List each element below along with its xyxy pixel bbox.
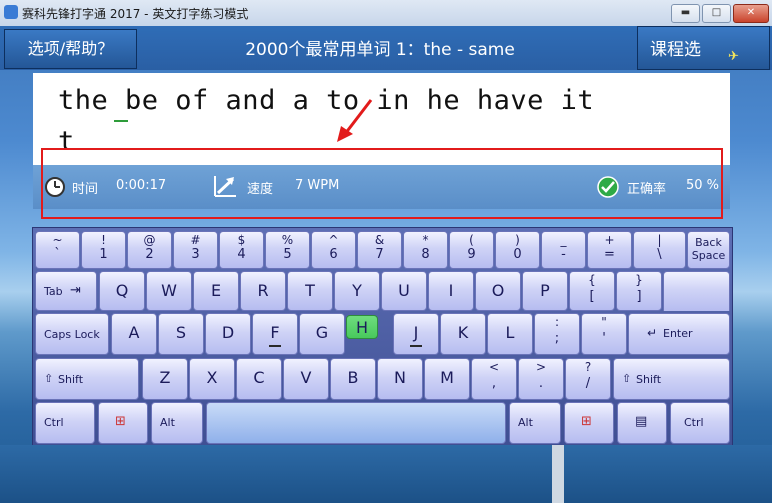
- key-v[interactable]: V: [283, 358, 329, 400]
- key-left-windows[interactable]: ⊞: [98, 402, 148, 444]
- key-caps-lock[interactable]: Caps Lock: [35, 313, 109, 355]
- window-titlebar: 赛科先锋打字通 2017 - 英文打字练习模式 ▬ □ ✕: [0, 0, 772, 27]
- key-minus[interactable]: _ -: [541, 231, 586, 269]
- shift-arrow-icon: ⇧: [44, 372, 54, 385]
- key-4[interactable]: $4: [219, 231, 264, 269]
- key-y[interactable]: Y: [334, 271, 380, 311]
- key-5[interactable]: % 5: [265, 231, 310, 269]
- minimize-button[interactable]: ▬: [671, 4, 700, 23]
- key-f[interactable]: F: [252, 313, 298, 355]
- context-menu-icon: ▤: [635, 414, 648, 429]
- key-w[interactable]: W: [146, 271, 192, 311]
- app-icon: [4, 5, 18, 19]
- annotation-highlight-box: [41, 148, 723, 219]
- background-pole: [552, 445, 564, 503]
- key-right-ctrl[interactable]: Ctrl: [670, 402, 730, 444]
- key-space[interactable]: [206, 402, 506, 444]
- lesson-title: 2000个最常用单词 1：the - same: [245, 40, 515, 60]
- key-enter[interactable]: ↵ Enter: [628, 313, 730, 355]
- key-backslash[interactable]: | \: [633, 231, 686, 269]
- course-select-label: 课程选: [650, 40, 701, 60]
- key-enter-upper[interactable]: [663, 271, 730, 311]
- key-2[interactable]: @2: [127, 231, 172, 269]
- virtual-keyboard: ~ ` ! 1 @2 #3 $4 % 5 ^ 6 & 7 * 8 (9 ) 0 _ - + = |…: [32, 227, 733, 447]
- key-right-alt[interactable]: Alt: [509, 402, 561, 444]
- key-q[interactable]: Q: [99, 271, 145, 311]
- key-semicolon[interactable]: :;: [534, 313, 580, 355]
- key-7[interactable]: & 7: [357, 231, 402, 269]
- key-d[interactable]: D: [205, 313, 251, 355]
- key-x[interactable]: X: [189, 358, 235, 400]
- key-e[interactable]: E: [193, 271, 239, 311]
- key-menu[interactable]: ▤: [617, 402, 667, 444]
- lesson-header: 选项/帮助？ 2000个最常用单词 1：the - same 课程选 ✈: [0, 26, 772, 70]
- key-quote[interactable]: " ': [581, 313, 627, 355]
- key-p[interactable]: P: [522, 271, 568, 311]
- close-button[interactable]: ✕: [733, 4, 769, 23]
- key-r[interactable]: R: [240, 271, 286, 311]
- key-right-windows[interactable]: ⊞: [564, 402, 614, 444]
- key-tab[interactable]: Tab ⇥: [35, 271, 97, 311]
- key-b[interactable]: B: [330, 358, 376, 400]
- key-comma[interactable]: <,: [471, 358, 517, 400]
- key-u[interactable]: U: [381, 271, 427, 311]
- key-s[interactable]: S: [158, 313, 204, 355]
- airplane-icon: ✈: [728, 49, 739, 64]
- maximize-button[interactable]: □: [702, 4, 731, 23]
- key-n[interactable]: N: [377, 358, 423, 400]
- shift-arrow-icon: ⇧: [622, 372, 632, 385]
- key-slash[interactable]: ? /: [565, 358, 611, 400]
- windows-logo-icon: ⊞: [115, 414, 126, 429]
- annotation-arrow-icon: [337, 99, 373, 142]
- key-left-alt[interactable]: Alt: [151, 402, 203, 444]
- key-m[interactable]: M: [424, 358, 470, 400]
- background-sea: [0, 445, 772, 503]
- key-8[interactable]: * 8: [403, 231, 448, 269]
- target-text-line: the be of and a to in he have it: [58, 85, 595, 116]
- tab-arrows-icon: ⇥: [70, 283, 81, 298]
- key-k[interactable]: K: [440, 313, 486, 355]
- key-3[interactable]: #3: [173, 231, 218, 269]
- key-c[interactable]: C: [236, 358, 282, 400]
- home-row-mark: [410, 345, 422, 347]
- key-left-bracket[interactable]: {[: [569, 271, 615, 311]
- key-l[interactable]: L: [487, 313, 533, 355]
- key-1[interactable]: ! 1: [81, 231, 126, 269]
- key-t[interactable]: T: [287, 271, 333, 311]
- typing-caret: [114, 120, 128, 122]
- key-right-bracket[interactable]: }]: [616, 271, 662, 311]
- key-right-shift[interactable]: ⇧ Shift: [613, 358, 730, 400]
- key-h[interactable]: H: [346, 315, 378, 339]
- key-9[interactable]: (9: [449, 231, 494, 269]
- key-o[interactable]: O: [475, 271, 521, 311]
- help-button[interactable]: 选项/帮助？: [4, 29, 137, 69]
- key-left-shift[interactable]: ⇧ Shift: [35, 358, 139, 400]
- key-g[interactable]: G: [299, 313, 345, 355]
- key-backspace[interactable]: Back Space: [687, 231, 730, 269]
- key-i[interactable]: I: [428, 271, 474, 311]
- course-select-button[interactable]: 课程选 ✈: [637, 26, 770, 70]
- key-period[interactable]: >.: [518, 358, 564, 400]
- key-0[interactable]: ) 0: [495, 231, 540, 269]
- key-left-ctrl[interactable]: Ctrl: [35, 402, 95, 444]
- enter-arrow-icon: ↵: [647, 326, 658, 340]
- windows-logo-icon: ⊞: [581, 414, 592, 429]
- key-j[interactable]: J: [393, 313, 439, 355]
- home-row-mark: [269, 345, 281, 347]
- key-6[interactable]: ^ 6: [311, 231, 356, 269]
- key-equal[interactable]: + =: [587, 231, 632, 269]
- key-z[interactable]: Z: [142, 358, 188, 400]
- key-a[interactable]: A: [111, 313, 157, 355]
- window-title: 赛科先锋打字通 2017 - 英文打字练习模式: [22, 7, 249, 21]
- key-backquote[interactable]: ~ `: [35, 231, 80, 269]
